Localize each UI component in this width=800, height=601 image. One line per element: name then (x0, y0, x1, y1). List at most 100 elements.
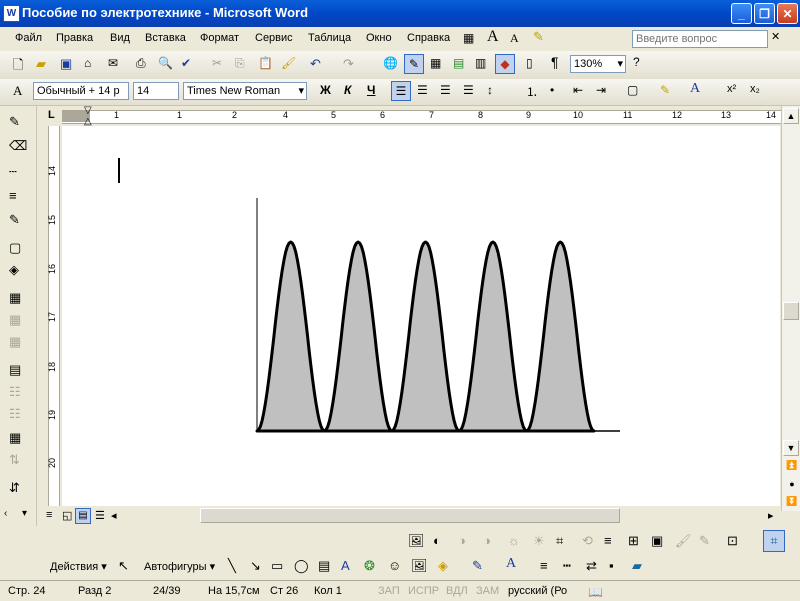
normal-view-icon[interactable]: ≡ (46, 509, 52, 521)
subscript-icon[interactable]: x₂ (750, 83, 760, 95)
tables-borders-icon[interactable]: ✎ (404, 54, 424, 74)
3d-style-icon[interactable]: ▰ (632, 558, 642, 574)
save-icon[interactable]: ▣ (60, 56, 72, 72)
drawing-icon[interactable]: ◆ (495, 54, 515, 74)
open-folder-icon[interactable]: ▰ (36, 56, 46, 72)
status-overtype[interactable]: ЗАМ (476, 585, 499, 597)
scroll-up-icon[interactable]: ▲ (783, 108, 799, 124)
align-cell-icon[interactable]: ▤ (9, 362, 21, 378)
align-center-icon[interactable]: ☰ (417, 83, 428, 97)
table-grid-icon[interactable]: ▦ (463, 31, 474, 45)
highlight-color-icon[interactable]: ✎ (660, 83, 670, 97)
menu-format[interactable]: Формат (200, 32, 239, 44)
oval-icon[interactable]: ◯ (294, 558, 309, 574)
menu-edit[interactable]: Правка (56, 32, 93, 44)
merge-cells-icon[interactable]: ▦ (9, 312, 21, 328)
shading-icon[interactable]: ◈ (9, 262, 19, 278)
columns-icon[interactable]: ▥ (475, 56, 486, 70)
split-cells-icon[interactable]: ▦ (9, 334, 21, 350)
grid-icon[interactable]: ⌗ (763, 530, 785, 552)
style-select[interactable]: Обычный + 14 р (33, 82, 129, 100)
outline-view-icon[interactable]: ☰ (95, 509, 105, 522)
insert-table-icon[interactable]: ▦ (430, 56, 441, 70)
web-view-icon[interactable]: ◱ (62, 509, 72, 522)
scroll-thumb[interactable] (783, 302, 799, 320)
outside-border-icon[interactable]: ▢ (9, 240, 21, 256)
distribute-columns-icon[interactable]: ☷ (9, 406, 21, 422)
line-weight-icon[interactable]: ≡ (9, 188, 17, 203)
spelling-status-icon[interactable]: 📖 (588, 585, 603, 599)
insert-table-tool-icon[interactable]: ▦ (9, 290, 21, 306)
more-brightness-icon[interactable]: ☼ (508, 533, 520, 548)
status-extend[interactable]: ВДЛ (446, 585, 468, 597)
bullets-icon[interactable]: • (550, 83, 554, 97)
shadow-style-icon[interactable]: ▪ (609, 558, 614, 573)
more-contrast-icon[interactable]: ◑ (458, 533, 466, 548)
autoformat-table-icon[interactable]: ▦ (9, 430, 21, 446)
underline-button[interactable]: Ч (367, 83, 375, 97)
menu-help[interactable]: Справка (407, 32, 450, 44)
justify-icon[interactable]: ☰ (463, 83, 474, 97)
scroll-down-icon[interactable]: ▼ (783, 440, 799, 456)
insert-excel-icon[interactable]: ▤ (453, 56, 464, 70)
draw-table-icon[interactable]: ✎ (9, 114, 20, 130)
email-icon[interactable]: ✉ (108, 56, 118, 70)
text-wrap-icon[interactable]: ▣ (651, 533, 663, 549)
help-icon[interactable]: ? (633, 55, 640, 69)
arrow-style-icon[interactable]: ⇄ (586, 558, 597, 574)
show-formatting-icon[interactable]: ¶ (551, 54, 559, 70)
menu-insert[interactable]: Вставка (145, 32, 186, 44)
menu-window[interactable]: Окно (366, 32, 392, 44)
bold-button[interactable]: Ж (320, 83, 331, 97)
tab-selector-icon[interactable]: L (48, 109, 55, 121)
superscript-icon[interactable]: x² (727, 83, 736, 95)
fill-color-icon[interactable]: ◈ (438, 558, 448, 574)
font-color-draw-icon[interactable]: A (506, 556, 516, 572)
horizontal-ruler[interactable]: L ▽ △ 1 1 2 4 5 6 7 8 9 10 11 12 13 14 (44, 105, 784, 127)
clip-art-icon[interactable]: ☺ (388, 558, 401, 573)
menu-view[interactable]: Вид (110, 32, 130, 44)
print-icon[interactable]: ⎙ (136, 56, 146, 71)
font-size-select[interactable]: 14 (133, 82, 179, 100)
line-spacing-icon[interactable]: ↕ (487, 83, 493, 97)
scroll-left-icon[interactable]: ◂ (111, 509, 117, 522)
less-brightness-icon[interactable]: ☀ (533, 533, 545, 549)
font-color-icon[interactable]: A (690, 81, 700, 97)
word-app-icon[interactable]: W (3, 5, 20, 22)
compress-icon[interactable]: ⊞ (628, 533, 639, 549)
arrow-icon[interactable]: ↘ (250, 558, 261, 574)
decrease-indent-icon[interactable]: ⇤ (573, 83, 583, 97)
close-button[interactable]: ✕ (777, 3, 798, 24)
italic-button[interactable]: К (344, 83, 351, 97)
copy-icon[interactable]: ⎘ (235, 56, 245, 71)
hyperlink-icon[interactable]: 🌐 (383, 56, 398, 70)
align-right-icon[interactable]: ☰ (440, 83, 451, 97)
format-picture-icon[interactable]: 🖌 (675, 533, 692, 549)
diagram-icon[interactable]: ❂ (364, 558, 375, 574)
menu-file[interactable]: Файл (15, 32, 42, 44)
crop-icon[interactable]: ⌗ (556, 533, 563, 549)
eraser-icon[interactable]: ⌫ (9, 138, 27, 154)
vertical-ruler[interactable]: 14 15 16 17 18 19 20 (44, 126, 62, 506)
line-style-draw-icon[interactable]: ≡ (540, 558, 548, 573)
status-language[interactable]: русский (Ро (508, 585, 567, 597)
next-page-icon[interactable]: ⏬ (786, 496, 798, 507)
undo-icon[interactable]: ↶ (310, 56, 321, 72)
help-search-input[interactable] (632, 30, 768, 48)
pulsation-chart[interactable] (252, 194, 622, 434)
less-contrast-icon[interactable]: ◑ (483, 533, 491, 548)
border-color-icon[interactable]: ✎ (9, 212, 20, 228)
scroll-right-icon[interactable]: ▸ (768, 509, 774, 522)
styles-pane-icon[interactable]: A (13, 83, 22, 99)
close-doc-icon[interactable]: ✕ (771, 30, 780, 43)
print-layout-icon[interactable]: ▤ (75, 508, 91, 524)
image-control-icon[interactable]: ◐ (433, 533, 441, 548)
reset-picture-icon[interactable]: ⊡ (727, 533, 738, 549)
line-color-icon[interactable]: ✎ (472, 558, 483, 574)
actions-menu[interactable]: Действия ▾ (50, 560, 107, 573)
text-direction-icon[interactable]: ⇅ (9, 452, 20, 468)
distribute-rows-icon[interactable]: ☷ (9, 384, 21, 400)
vertical-scrollbar[interactable]: ▲ ▼ ⏫ ● ⏬ (781, 106, 800, 511)
dash-style-icon[interactable]: ┅ (563, 558, 571, 574)
redo-icon[interactable]: ↷ (343, 56, 354, 72)
